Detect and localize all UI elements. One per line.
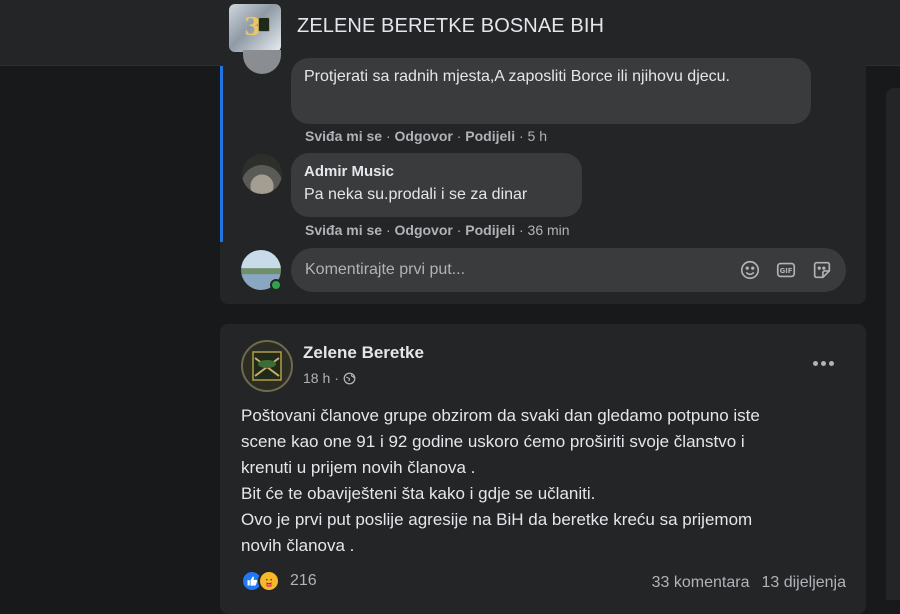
thread-indicator [220, 66, 223, 242]
reaction-count[interactable]: 216 [290, 572, 317, 590]
post-text-line: Bit će te obaviješteni šta kako i gdje s… [241, 484, 596, 503]
comment-text: Protjerati sa radnih mjesta,A zaposliti … [304, 68, 730, 85]
comment-timestamp[interactable]: 36 min [528, 222, 570, 238]
reply-button[interactable]: Odgovor [395, 222, 453, 238]
post-stats: 33 komentara 13 dijeljenja [652, 574, 846, 592]
care-icon [258, 570, 280, 592]
globe-icon[interactable] [343, 372, 356, 385]
share-comment-button[interactable]: Podijeli [465, 222, 515, 238]
post-text-line: novih članova . [241, 536, 355, 555]
comment-timestamp[interactable]: 5 h [528, 128, 547, 144]
svg-text:GIF: GIF [780, 267, 793, 275]
post-author-name[interactable]: Zelene Beretke [303, 343, 424, 363]
more-dot-icon [820, 360, 826, 366]
share-comment-button[interactable]: Podijeli [465, 128, 515, 144]
group-avatar[interactable]: 3 [229, 4, 281, 52]
reaction-summary[interactable]: 216 [241, 570, 317, 592]
post-text-line: krenuti u prijem novih članova . [241, 458, 476, 477]
comment-input-box: GIF [291, 248, 846, 292]
more-dot-icon [812, 360, 818, 366]
more-dot-icon [828, 360, 834, 366]
post-text-line: Poštovani članove grupe obzirom da svaki… [241, 406, 760, 425]
gif-icon[interactable]: GIF [775, 259, 797, 281]
post-author-avatar[interactable] [241, 340, 293, 392]
comments-count-link[interactable]: 33 komentara [652, 574, 750, 592]
post-text-line: Ovo je prvi put poslije agresije na BiH … [241, 510, 753, 529]
post-timestamp[interactable]: 18 h [303, 370, 330, 386]
online-status-indicator [270, 279, 282, 291]
comment-bubble: Admir Music Pa neka su.prodali i se za d… [291, 153, 582, 217]
shares-count-link[interactable]: 13 dijeljenja [761, 574, 846, 592]
reply-button[interactable]: Odgovor [395, 128, 453, 144]
comment-author[interactable]: Admir Music [304, 162, 569, 182]
emoji-icon[interactable] [739, 259, 761, 281]
like-comment-button[interactable]: Sviđa mi se [305, 128, 382, 144]
right-panel [886, 88, 900, 600]
post-meta: 18 h · [303, 370, 356, 386]
post-text-line: scene kao one 91 i 92 godine uskoro ćemo… [241, 432, 745, 451]
beret-emblem-icon [252, 351, 282, 381]
meta-separator: · [334, 370, 339, 386]
comment-actions: Sviđa mi se · Odgovor · Podijeli · 36 mi… [305, 222, 570, 238]
post-body: Poštovani članove grupe obzirom da svaki… [241, 403, 841, 559]
admir-music-avatar[interactable] [242, 154, 282, 194]
comment-actions: Sviđa mi se · Odgovor · Podijeli · 5 h [305, 128, 548, 144]
like-comment-button[interactable]: Sviđa mi se [305, 222, 382, 238]
post-options-button[interactable] [805, 350, 841, 376]
sticker-icon[interactable] [811, 259, 833, 281]
comment-bubble: Protjerati sa radnih mjesta,A zaposliti … [291, 58, 811, 124]
group-title[interactable]: ZELENE BERETKE BOSNAE BIH [297, 15, 604, 38]
comment-input[interactable] [305, 259, 725, 281]
comment-text: Pa neka su.prodali i se za dinar [304, 186, 528, 203]
crest-icon [258, 17, 270, 32]
